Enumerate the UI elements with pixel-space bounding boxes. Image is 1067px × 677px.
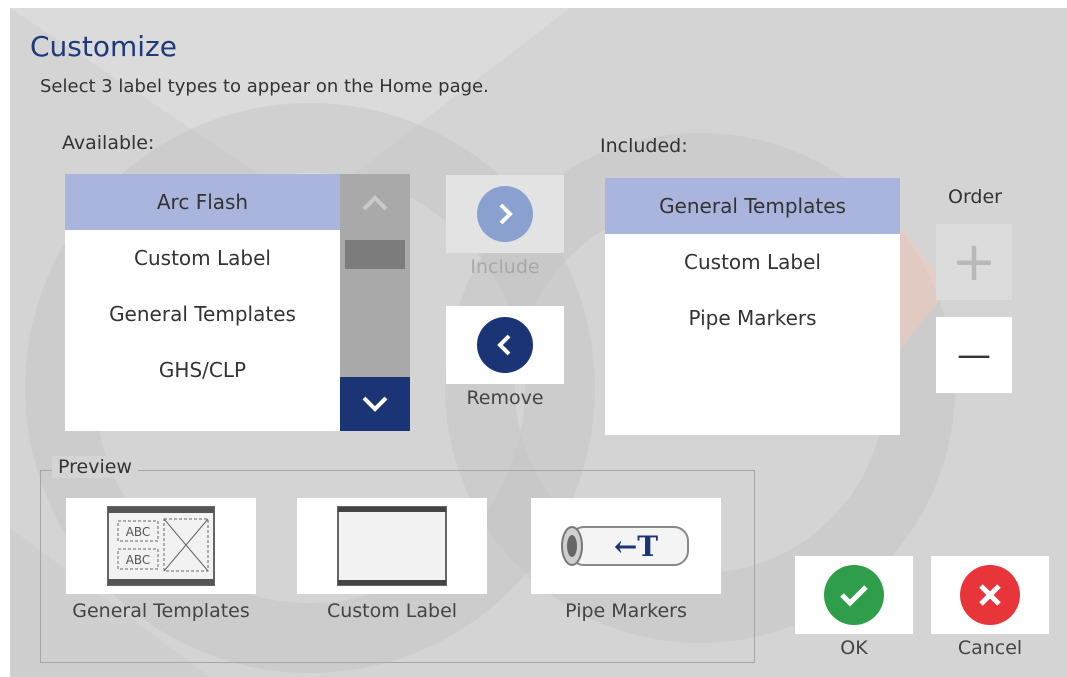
pipe-arrow-text: ←T [614,530,658,563]
chevron-up-icon [362,195,388,211]
custom-label-thumb-icon [337,506,447,586]
checkmark-icon [824,565,884,625]
available-item-arc-flash[interactable]: Arc Flash [65,174,340,230]
dialog-title: Customize [30,30,177,63]
preview-general-templates-thumb: ABC ABC [66,498,256,594]
include-button[interactable] [446,175,564,253]
chevron-left-icon [477,317,533,373]
preview-caption-pipe-markers: Pipe Markers [565,600,687,622]
customize-dialog: Customize Select 3 label types to appear… [10,8,1067,677]
chevron-right-icon [477,186,533,242]
included-item-general-templates[interactable]: General Templates [605,178,900,234]
preview-caption-custom-label: Custom Label [326,600,458,622]
cancel-label: Cancel [957,637,1023,659]
order-down-button[interactable]: — [936,317,1012,393]
remove-button[interactable] [446,306,564,384]
plus-icon: + [951,230,997,293]
available-list[interactable]: Arc Flash Custom Label General Templates… [65,174,340,431]
scroll-up-button[interactable] [340,174,410,232]
preview-legend: Preview [52,456,138,478]
available-item-general-templates[interactable]: General Templates [65,286,340,342]
included-list[interactable]: General Templates Custom Label Pipe Mark… [605,178,900,435]
order-label: Order [948,186,1002,208]
available-scrollbar[interactable] [340,174,410,431]
dialog-subtitle: Select 3 label types to appear on the Ho… [40,76,489,97]
pipe-marker-thumb-icon: ←T [561,526,689,566]
included-label: Included: [600,135,688,157]
scroll-down-button[interactable] [340,377,410,431]
remove-label: Remove [466,387,544,409]
preview-pipe-markers-thumb: ←T [531,498,721,594]
minus-icon: — [957,335,991,375]
available-item-ghs-clp[interactable]: GHS/CLP [65,342,340,398]
preview-custom-label-thumb [297,498,487,594]
available-item-custom-label[interactable]: Custom Label [65,230,340,286]
chevron-down-icon [362,396,388,412]
included-item-pipe-markers[interactable]: Pipe Markers [605,290,900,346]
ok-label: OK [840,637,868,659]
order-up-button[interactable]: + [936,224,1012,300]
preview-caption-general-templates: General Templates [72,600,250,622]
scroll-thumb[interactable] [345,240,405,269]
included-item-custom-label[interactable]: Custom Label [605,234,900,290]
thumb-text-b: ABC [126,553,151,567]
ok-button[interactable] [795,556,913,634]
cancel-button[interactable] [931,556,1049,634]
close-icon [960,565,1020,625]
include-label: Include [470,256,540,278]
thumb-text-a: ABC [126,525,151,539]
available-label: Available: [62,132,155,154]
general-templates-thumb-icon: ABC ABC [107,506,215,586]
